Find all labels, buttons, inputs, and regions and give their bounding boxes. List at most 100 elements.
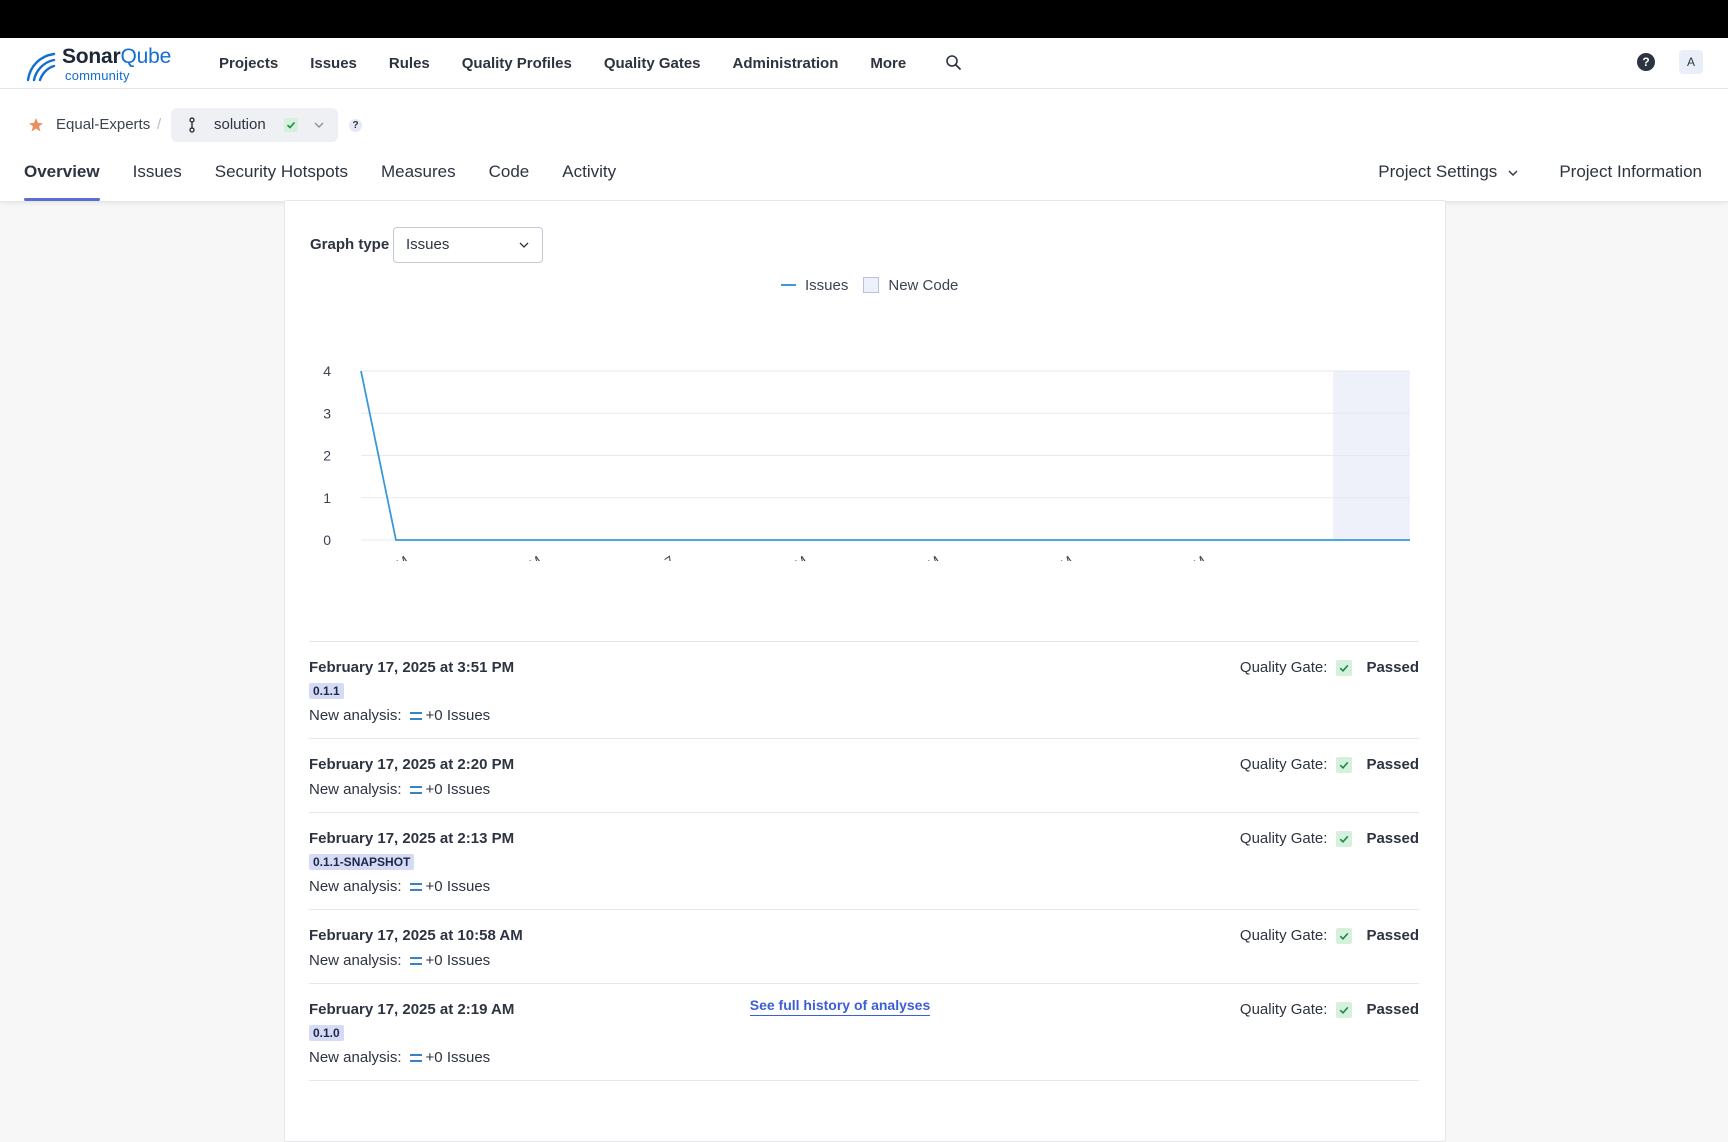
x-tick-label: Mon 17 — [630, 552, 678, 561]
project-header: Equal-Experts / solution ? Overview Issu… — [0, 89, 1728, 202]
chevron-down-icon — [519, 242, 529, 248]
global-navigation: SonarQube community Projects Issues Rule… — [0, 38, 1728, 89]
chevron-down-icon — [1508, 170, 1518, 176]
legend-issues-swatch — [781, 284, 796, 286]
y-tick-label: 0 — [323, 532, 331, 548]
y-tick-label: 4 — [323, 363, 331, 379]
help-icon[interactable]: ? — [349, 119, 362, 132]
check-icon — [1336, 928, 1353, 944]
analysis-label: New analysis: — [309, 707, 402, 724]
sonar-waves-icon — [26, 52, 56, 82]
tab-overview[interactable]: Overview — [24, 149, 100, 201]
issues-line-chart: 0 1 2 3 4 06 PM 09 PM Mon 17 03 AM 06 AM 09 AM 12 P… — [323, 363, 1410, 561]
y-tick-label: 1 — [323, 490, 331, 506]
y-tick-label: 3 — [323, 405, 331, 421]
breadcrumb-organization[interactable]: Equal-Experts — [56, 116, 150, 133]
equal-icon — [409, 957, 422, 965]
branch-name: solution — [214, 116, 266, 133]
tab-code[interactable]: Code — [489, 149, 530, 201]
analysis-label: New analysis: — [309, 1049, 402, 1066]
quality-gate-passed: Passed — [1366, 756, 1419, 773]
legend-issues-label: Issues — [805, 276, 849, 294]
analysis-row: February 17, 2025 at 3:51 PM 0.1.1 New ana… — [309, 642, 1419, 739]
quality-gate-passed-icon — [284, 118, 298, 132]
quality-gate-label: Quality Gate: — [1239, 659, 1328, 676]
breadcrumb-separator: / — [157, 116, 162, 133]
y-tick-label: 2 — [323, 448, 331, 464]
nav-more[interactable]: More — [870, 55, 906, 72]
issues-delta: +0 Issues — [425, 1049, 491, 1066]
activity-card: Graph type Issues Issues New Code 012340… — [284, 200, 1446, 1142]
analysis-row: February 17, 2025 at 10:58 AM New analysi… — [309, 910, 1419, 984]
avatar[interactable]: A — [1679, 50, 1703, 74]
x-tick-label: 06 PM — [369, 552, 411, 561]
analysis-summary: New analysis: +0 Issues — [309, 1048, 1419, 1068]
quality-gate-label: Quality Gate: — [1239, 927, 1328, 944]
logo-edition: community — [65, 68, 130, 83]
graph-type-select[interactable]: Issues — [393, 227, 543, 263]
nav-rules[interactable]: Rules — [389, 55, 430, 72]
check-icon — [1336, 757, 1353, 773]
project-tabs-right: Project Settings Project Information — [1378, 149, 1702, 201]
x-tick-label: 03 AM — [769, 552, 811, 561]
issues-delta: +0 Issues — [425, 952, 491, 969]
chart-legend: Issues New Code — [781, 275, 958, 295]
equal-icon — [409, 786, 422, 794]
graph-type-value: Issues — [406, 236, 450, 253]
equal-icon — [409, 712, 422, 720]
graph-type-label: Graph type — [310, 236, 390, 253]
tab-activity[interactable]: Activity — [562, 149, 616, 201]
help-icon[interactable]: ? — [1637, 53, 1655, 71]
issues-delta: +0 Issues — [425, 707, 491, 724]
analysis-row: February 17, 2025 at 2:20 PM New analysis… — [309, 739, 1419, 813]
analysis-label: New analysis: — [309, 781, 402, 798]
nav-issues[interactable]: Issues — [310, 55, 357, 72]
project-tabs: Overview Issues Security Hotspots Measur… — [24, 149, 616, 201]
equal-icon — [409, 1054, 422, 1062]
equal-icon — [409, 883, 422, 891]
quality-gate-status: Quality Gate: Passed — [1240, 756, 1419, 774]
issues-delta: +0 Issues — [425, 781, 491, 798]
nav-projects[interactable]: Projects — [219, 55, 278, 72]
legend-new-code-swatch — [863, 277, 880, 293]
nav-administration[interactable]: Administration — [733, 55, 839, 72]
project-settings-label: Project Settings — [1378, 162, 1498, 181]
x-tick-label: 12 PM — [1167, 552, 1209, 561]
nav-quality-gates[interactable]: Quality Gates — [604, 55, 701, 72]
quality-gate-status: Quality Gate: Passed — [1240, 830, 1419, 848]
tab-project-settings[interactable]: Project Settings — [1378, 149, 1519, 201]
analysis-summary: New analysis: +0 Issues — [309, 951, 1419, 971]
branch-icon — [189, 117, 195, 133]
quality-gate-label: Quality Gate: — [1239, 830, 1328, 847]
logo-wordmark: SonarQube — [62, 45, 172, 68]
tab-measures[interactable]: Measures — [381, 149, 456, 201]
x-tick-label: 09 PM — [502, 552, 544, 561]
window-top-bar — [0, 0, 1728, 38]
check-icon — [1336, 831, 1353, 847]
quality-gate-passed: Passed — [1366, 830, 1419, 847]
x-tick-label: 06 AM — [901, 552, 943, 561]
search-icon[interactable] — [944, 53, 964, 73]
tab-issues[interactable]: Issues — [133, 149, 182, 201]
nav-menu: Projects Issues Rules Quality Profiles Q… — [219, 38, 906, 88]
nav-quality-profiles[interactable]: Quality Profiles — [462, 55, 572, 72]
analysis-summary: New analysis: +0 Issues — [309, 877, 1419, 897]
analysis-row: February 17, 2025 at 2:13 PM 0.1.1-SNAPSH… — [309, 813, 1419, 910]
analysis-summary: New analysis: +0 Issues — [309, 706, 1419, 726]
version-badge: 0.1.1-SNAPSHOT — [309, 854, 415, 870]
branch-selector[interactable]: solution — [171, 108, 338, 142]
check-icon — [1336, 660, 1353, 676]
sonarqube-logo[interactable]: SonarQube community — [24, 44, 184, 84]
quality-gate-label: Quality Gate: — [1239, 756, 1328, 773]
full-history-container: See full history of analyses — [285, 997, 1395, 1016]
issues-delta: +0 Issues — [425, 878, 491, 895]
quality-gate-status: Quality Gate: Passed — [1240, 927, 1419, 945]
tab-security-hotspots[interactable]: Security Hotspots — [215, 149, 348, 201]
analysis-label: New analysis: — [309, 952, 402, 969]
x-tick-label: 09 AM — [1034, 552, 1076, 561]
tab-project-information[interactable]: Project Information — [1559, 149, 1702, 201]
analysis-summary: New analysis: +0 Issues — [309, 780, 1419, 800]
favorite-star-icon[interactable] — [28, 117, 44, 133]
version-badge: 0.1.1 — [309, 683, 344, 699]
see-full-history-link[interactable]: See full history of analyses — [749, 997, 931, 1016]
